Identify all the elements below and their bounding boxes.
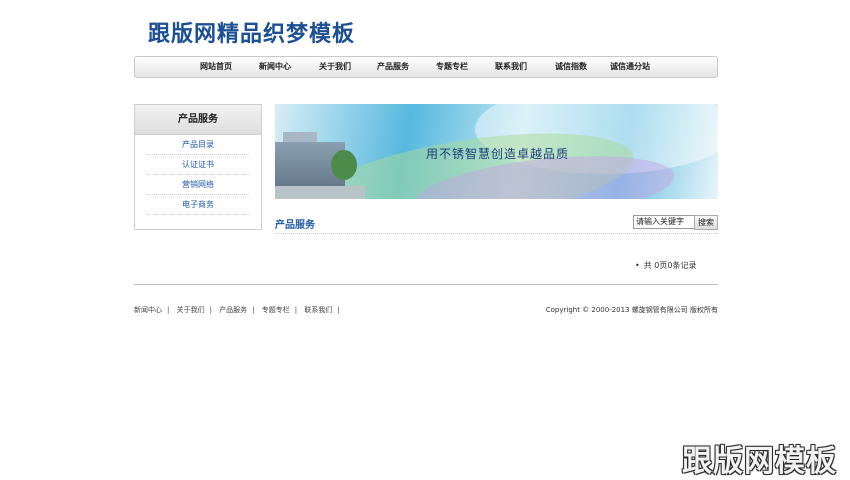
sidebar: 产品服务 产品目录 认证证书 营销网络 电子商务 — [134, 104, 262, 230]
nav-item-about[interactable]: 关于我们 — [319, 61, 351, 72]
banner-image: 用不锈智慧创造卓越品质 — [275, 104, 718, 199]
road-image — [275, 186, 365, 199]
nav-item-home[interactable]: 网站首页 — [200, 61, 232, 72]
nav-item-products[interactable]: 产品服务 — [377, 61, 409, 72]
footer-link-contact[interactable]: 联系我们 — [304, 306, 332, 314]
search-input[interactable]: 请输入关键字 — [633, 215, 695, 229]
nav-item-contact[interactable]: 联系我们 — [495, 61, 527, 72]
footer-separator: | — [167, 306, 170, 314]
footer-links: 新闻中心 | 关于我们 | 产品服务 | 专题专栏 | 联系我们 | — [134, 305, 345, 315]
section-divider — [275, 233, 718, 234]
sidebar-item-ecommerce[interactable]: 电子商务 — [147, 195, 249, 215]
section-title: 产品服务 — [275, 220, 315, 231]
sidebar-item-catalog[interactable]: 产品目录 — [147, 135, 249, 155]
footer-divider — [134, 284, 718, 285]
pagination-info: 共 0页0条记录 — [635, 260, 697, 271]
search-button[interactable]: 搜索 — [694, 215, 718, 230]
nav-item-credit-branch[interactable]: 诚信通分站 — [610, 61, 650, 72]
footer-separator: | — [337, 306, 340, 314]
watermark-logo: 跟版网模板 — [682, 444, 837, 479]
sidebar-item-sales-network[interactable]: 营销网络 — [147, 175, 249, 195]
footer-separator: | — [294, 306, 298, 314]
copyright-text: Copyright © 2000-2013 螺旋钢管有限公司 版权所有 — [545, 306, 718, 314]
footer-link-about[interactable]: 关于我们 — [177, 306, 205, 314]
sidebar-title: 产品服务 — [135, 105, 261, 135]
sidebar-list: 产品目录 认证证书 营销网络 电子商务 — [135, 135, 261, 215]
sidebar-item-certificates[interactable]: 认证证书 — [147, 155, 249, 175]
footer-link-news[interactable]: 新闻中心 — [134, 306, 162, 314]
nav-item-news[interactable]: 新闻中心 — [259, 61, 291, 72]
footer-link-products[interactable]: 产品服务 — [219, 306, 247, 314]
footer-separator: | — [209, 306, 212, 314]
banner-slogan: 用不锈智慧创造卓越品质 — [426, 147, 570, 161]
footer-separator: | — [252, 306, 255, 314]
nav-item-credit-index[interactable]: 诚信指数 — [555, 61, 587, 72]
main-nav: 网站首页 新闻中心 关于我们 产品服务 专题专栏 联系我们 诚信指数 诚信通分站 — [134, 56, 718, 78]
nav-item-topics[interactable]: 专题专栏 — [436, 61, 468, 72]
tree-image — [331, 150, 357, 180]
site-logo[interactable]: 跟版网精品织梦模板 — [148, 16, 355, 48]
footer-link-topics[interactable]: 专题专栏 — [262, 306, 290, 314]
